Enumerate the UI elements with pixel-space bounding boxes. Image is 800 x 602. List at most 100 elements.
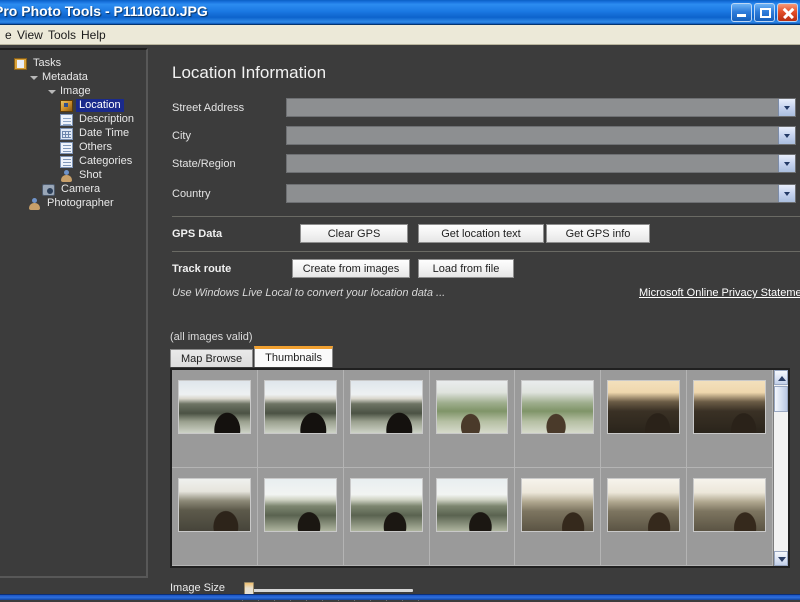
combo-value[interactable] [287,127,778,144]
thumbnail-cell[interactable] [344,370,430,468]
combo-value[interactable] [287,155,778,172]
combo-city[interactable] [286,126,796,145]
calendar-icon [60,128,73,140]
combo-country[interactable] [286,184,796,203]
thumbnail-image[interactable] [521,478,594,532]
sidebar-item-others[interactable]: Others [0,141,146,154]
menu-bar: eViewToolsHelp [0,25,800,45]
sidebar-item-categories[interactable]: Categories [0,155,146,168]
expand-triangle-icon[interactable] [28,72,39,83]
thumbnail-image[interactable] [436,478,509,532]
chevron-down-icon[interactable] [778,127,795,144]
sidebar-item-image[interactable]: Image [0,85,146,98]
thumbnail-image[interactable] [350,380,423,434]
thumbnail-cell[interactable] [430,370,516,468]
sidebar-item-label: Others [76,141,115,154]
thumbnail-grid [172,370,773,566]
thumbnail-cell[interactable] [258,468,344,566]
close-button[interactable] [777,3,798,22]
thumbnail-image[interactable] [693,380,766,434]
create-from-images-button[interactable]: Create from images [292,259,410,278]
location-icon [60,100,73,112]
chevron-down-icon[interactable] [778,185,795,202]
combo-value[interactable] [287,185,778,202]
sidebar-item-label: Photographer [44,197,117,210]
sidebar-item-photographer[interactable]: Photographer [0,197,146,210]
image-size-slider-track[interactable] [248,589,413,592]
sidebar-item-label: Tasks [30,57,64,70]
sidebar-item-label: Categories [76,155,135,168]
thumbnail-image[interactable] [607,380,680,434]
get-location-text-button[interactable]: Get location text [418,224,544,243]
location-hint-text: Use Windows Live Local to convert your l… [172,287,445,299]
thumbnail-cell[interactable] [515,370,601,468]
camera-icon [42,184,55,196]
scroll-down-arrow-icon[interactable] [774,551,788,566]
sidebar-item-date-time[interactable]: Date Time [0,127,146,140]
thumbnail-image[interactable] [264,478,337,532]
sidebar-item-label: Date Time [76,127,132,140]
sidebar-item-camera[interactable]: Camera [0,183,146,196]
thumbnail-image[interactable] [178,478,251,532]
thumbnail-cell[interactable] [601,468,687,566]
thumbnail-image[interactable] [607,478,680,532]
desktop-taskbar-strip [0,594,800,600]
title-bar[interactable]: Pro Photo Tools - P1110610.JPG [0,0,800,25]
sidebar-item-location[interactable]: Location [0,99,146,112]
window-title: Pro Photo Tools - P1110610.JPG [0,3,208,19]
page-title: Location Information [172,63,326,83]
minimize-button[interactable] [731,3,752,22]
thumbnail-image[interactable] [264,380,337,434]
thumbnail-cell[interactable] [687,468,773,566]
tab-map-browse[interactable]: Map Browse [170,349,253,367]
expand-triangle-icon[interactable] [46,86,57,97]
clear-gps-button[interactable]: Clear GPS [300,224,408,243]
thumbnail-image[interactable] [436,380,509,434]
thumbnail-image[interactable] [178,380,251,434]
person-icon [28,198,41,210]
thumbnail-cell[interactable] [430,468,516,566]
field-row: State/Region [172,154,800,176]
field-label: Country [172,188,211,200]
sidebar-item-metadata[interactable]: Metadata [0,71,146,84]
load-from-file-button[interactable]: Load from file [418,259,514,278]
maximize-button[interactable] [754,3,775,22]
get-gps-info-button[interactable]: Get GPS info [546,224,650,243]
sidebar-item-shot[interactable]: Shot [0,169,146,182]
images-valid-note: (all images valid) [170,331,253,343]
sidebar-item-label: Shot [76,169,105,182]
thumbnail-image[interactable] [521,380,594,434]
menu-item-help[interactable]: Help [76,27,111,43]
scrollbar-thumb[interactable] [774,386,788,412]
divider-above-gps [172,216,800,217]
sidebar-item-label: Location [76,99,124,112]
thumbnail-cell[interactable] [172,370,258,468]
combo-value[interactable] [287,99,778,116]
chevron-down-icon[interactable] [778,99,795,116]
scroll-up-arrow-icon[interactable] [774,370,788,385]
window-controls [731,3,798,22]
field-label: State/Region [172,158,236,170]
field-label: Street Address [172,102,244,114]
combo-street-address[interactable] [286,98,796,117]
thumbnail-image[interactable] [350,478,423,532]
sidebar-item-label: Metadata [39,71,91,84]
privacy-statement-link[interactable]: Microsoft Online Privacy Stateme [639,287,800,299]
field-row: City [172,126,800,148]
gps-data-label: GPS Data [172,228,222,240]
thumbnail-cell[interactable] [172,468,258,566]
thumbnail-cell[interactable] [515,468,601,566]
tab-thumbnails[interactable]: Thumbnails [254,346,333,367]
field-label: City [172,130,191,142]
thumbnail-scrollbar[interactable] [773,370,788,566]
combo-state-region[interactable] [286,154,796,173]
thumbnail-cell[interactable] [258,370,344,468]
chevron-down-icon[interactable] [778,155,795,172]
sidebar-item-tasks[interactable]: Tasks [0,57,146,70]
thumbnail-cell[interactable] [687,370,773,468]
sidebar-item-label: Camera [58,183,103,196]
thumbnail-image[interactable] [693,478,766,532]
thumbnail-cell[interactable] [344,468,430,566]
sidebar-item-description[interactable]: Description [0,113,146,126]
thumbnail-cell[interactable] [601,370,687,468]
